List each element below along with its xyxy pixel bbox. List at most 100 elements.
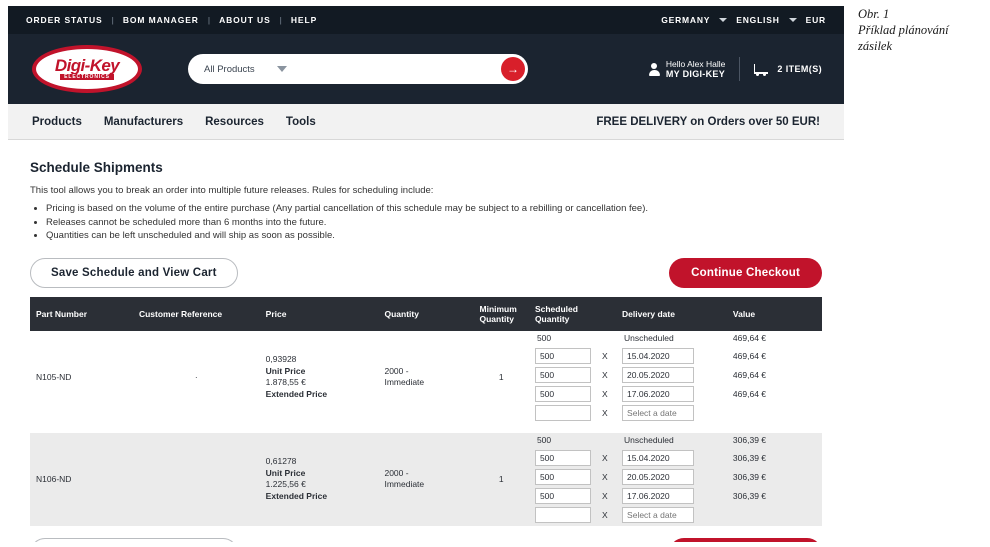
country-selector-label[interactable]: GERMANY — [661, 15, 710, 25]
cell-part-number: N105-ND — [30, 330, 133, 424]
search-category-label[interactable]: All Products — [188, 64, 255, 75]
continue-checkout-button-bottom[interactable]: Continue Checkout — [669, 537, 822, 542]
multiply-symbol: X — [601, 510, 608, 520]
utility-link-help[interactable]: HELP — [291, 15, 317, 25]
delivery-date-input[interactable] — [622, 488, 695, 504]
col-header-scheduled-quantity-line2: Quantity — [534, 313, 570, 324]
cell-minimum-quantity: 1 — [473, 330, 529, 424]
caption-line-2: Příklad plánování — [858, 23, 949, 37]
scheduled-quantity-row: X — [534, 507, 610, 524]
delivery-date-row — [622, 367, 721, 384]
chevron-down-icon[interactable] — [788, 18, 797, 22]
value-text: 306,39 € — [732, 453, 767, 463]
cell-delivery-date: Unscheduled — [616, 330, 727, 424]
nav-item-tools[interactable]: Tools — [286, 116, 316, 128]
search-input[interactable] — [286, 62, 501, 76]
digikey-logo[interactable]: Digi-Key ELECTRONICS — [32, 45, 142, 93]
scheduled-quantity-input[interactable] — [534, 450, 591, 466]
value-text: 469,64 € — [732, 370, 767, 380]
scheduled-quantity-input[interactable] — [534, 469, 591, 485]
table-header: Part Number Customer Reference Price Qua… — [30, 296, 822, 331]
quantity-line-1: 2000 - — [384, 468, 409, 478]
language-selector-label[interactable]: ENGLISH — [736, 15, 779, 25]
utility-link-bom-manager[interactable]: BOM MANAGER — [123, 15, 199, 25]
chevron-down-icon[interactable] — [276, 66, 287, 72]
multiply-symbol: X — [601, 389, 608, 399]
nav-item-products[interactable]: Products — [32, 116, 82, 128]
delivery-date-row — [622, 488, 721, 505]
scheduled-quantity-input[interactable] — [534, 367, 591, 383]
quantity-line-2: Immediate — [384, 479, 425, 489]
delivery-date-row — [622, 405, 721, 422]
value-row: 306,39 € — [733, 488, 816, 505]
col-header-minimum-quantity: Minimum Quantity — [473, 296, 529, 331]
nav-item-manufacturers[interactable]: Manufacturers — [104, 116, 183, 128]
scheduled-quantity-row: X — [534, 386, 610, 403]
col-header-value: Value — [726, 296, 822, 331]
save-schedule-view-cart-button-top[interactable]: Save Schedule and View Cart — [30, 257, 238, 288]
cell-part-number: N106-ND — [30, 432, 133, 526]
value-row: 469,64 € — [733, 386, 816, 403]
part-number-text: N106-ND — [36, 474, 72, 484]
col-header-minimum-quantity-line2: Quantity — [479, 313, 514, 324]
multiply-symbol: X — [601, 351, 608, 361]
col-header-scheduled-quantity-line1: Scheduled — [534, 303, 578, 314]
part-number-text: N105-ND — [36, 372, 72, 382]
delivery-date-input[interactable] — [622, 386, 695, 402]
scheduled-quantity-input[interactable] — [534, 386, 591, 402]
table-row-spacer — [30, 423, 822, 433]
unit-price-label: Unit Price — [265, 467, 306, 478]
list-item: Pricing is based on the volume of the en… — [46, 203, 822, 216]
value-text: 469,64 € — [732, 389, 767, 399]
delivery-date-input[interactable] — [622, 348, 695, 364]
cell-customer-reference: · — [132, 330, 260, 424]
my-digikey-link[interactable]: Hello Alex Halle MY DIGI-KEY — [648, 59, 726, 79]
value-row: 469,64 € — [733, 331, 816, 346]
unscheduled-label: Unscheduled — [624, 435, 674, 445]
search-submit-button[interactable]: → — [501, 57, 525, 81]
schedule-table: Part Number Customer Reference Price Qua… — [30, 296, 822, 526]
scheduled-quantity-input[interactable] — [534, 405, 591, 421]
delivery-date-input[interactable] — [622, 405, 695, 421]
table-header-row: Part Number Customer Reference Price Qua… — [30, 296, 822, 331]
col-header-delivery-date: Delivery date — [616, 296, 727, 331]
delivery-date-input[interactable] — [622, 367, 695, 383]
utility-separator: | — [279, 15, 282, 25]
unit-price-value: 0,93928 — [265, 354, 297, 364]
nav-items: Products Manufacturers Resources Tools — [26, 116, 316, 128]
utility-links: ORDER STATUS | BOM MANAGER | ABOUT US | … — [26, 15, 317, 25]
save-schedule-view-cart-button-bottom[interactable]: Save Schedule and View Cart — [30, 537, 238, 542]
delivery-date-input[interactable] — [622, 450, 695, 466]
value-row: 306,39 € — [733, 433, 816, 448]
divider — [739, 57, 741, 81]
spacer-cell — [30, 423, 822, 433]
account-my-digikey-label: MY DIGI-KEY — [665, 69, 726, 79]
nav-item-resources[interactable]: Resources — [205, 116, 264, 128]
list-item: Releases cannot be scheduled more than 6… — [46, 217, 822, 230]
cell-customer-reference — [132, 432, 260, 526]
value-text: 306,39 € — [732, 472, 767, 482]
continue-checkout-button-top[interactable]: Continue Checkout — [669, 257, 822, 288]
main-navigation: Products Manufacturers Resources Tools F… — [8, 104, 844, 140]
scheduled-quantity-input[interactable] — [534, 488, 591, 504]
scheduled-quantity-input[interactable] — [534, 507, 591, 523]
cart-button[interactable]: 2 ITEM(S) — [754, 63, 822, 76]
currency-selector-label[interactable]: EUR — [806, 15, 826, 25]
utility-link-order-status[interactable]: ORDER STATUS — [26, 15, 103, 25]
cell-scheduled-quantity: 500XXXX — [528, 330, 617, 424]
browser-screenshot: ORDER STATUS | BOM MANAGER | ABOUT US | … — [8, 6, 844, 542]
utility-separator: | — [111, 15, 114, 25]
scheduled-quantity-input[interactable] — [534, 348, 591, 364]
scheduled-quantity-row: X — [534, 348, 610, 365]
value-row: 469,64 € — [733, 348, 816, 365]
delivery-date-input[interactable] — [622, 469, 695, 485]
cell-price: 0,61278 Unit Price 1.225,56 € Extended Pric… — [259, 432, 379, 526]
cell-value: 306,39 € 306,39 € 306,39 € 306,39 € — [726, 432, 822, 526]
value-row: 306,39 € — [733, 450, 816, 467]
utility-link-about-us[interactable]: ABOUT US — [219, 15, 271, 25]
delivery-date-input[interactable] — [622, 507, 695, 523]
price-block: 0,61278 Unit Price 1.225,56 € Extended Pric… — [266, 456, 373, 502]
cell-quantity: 2000 - Immediate — [378, 330, 474, 424]
quantity-line-2: Immediate — [384, 377, 425, 387]
chevron-down-icon[interactable] — [719, 18, 728, 22]
